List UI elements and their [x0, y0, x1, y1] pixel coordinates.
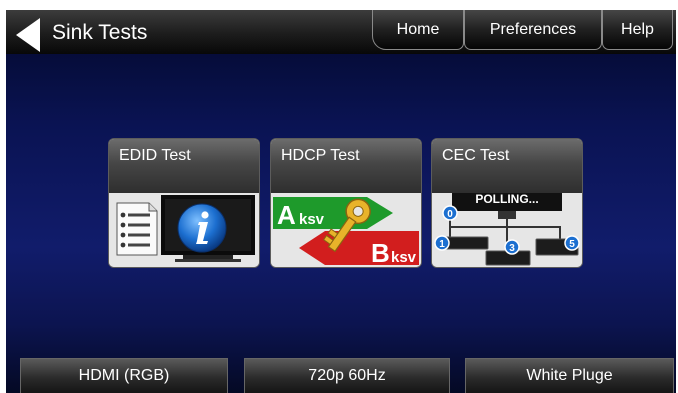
- pattern-button[interactable]: White Pluge: [465, 358, 674, 393]
- format-button[interactable]: 720p 60Hz: [244, 358, 450, 393]
- hdcp-test-tile[interactable]: HDCP Test A ksv B ksv: [270, 138, 422, 268]
- tile-label: CEC Test: [432, 139, 582, 193]
- hdcp-b-subscript: ksv: [391, 249, 417, 266]
- hdcp-b-letter: B: [371, 238, 390, 267]
- cec-test-tile[interactable]: CEC Test POLLING... 0 1 3 5: [431, 138, 583, 268]
- tile-label: HDCP Test: [271, 139, 421, 193]
- edid-info-icon: [109, 193, 259, 267]
- back-arrow-icon: [16, 18, 40, 52]
- cec-polling-text: POLLING...: [475, 193, 538, 206]
- hdcp-a-letter: A: [277, 200, 296, 230]
- edid-test-tile[interactable]: EDID Test: [108, 138, 260, 268]
- back-button[interactable]: Sink Tests: [10, 10, 160, 54]
- home-button[interactable]: Home: [372, 10, 464, 50]
- cec-polling-icon: POLLING... 0 1 3 5: [432, 187, 582, 267]
- preferences-button[interactable]: Preferences: [464, 10, 602, 50]
- cec-node-label: 0: [447, 209, 453, 220]
- title-bar: Sink Tests Home Preferences Help: [6, 10, 676, 54]
- app-screen: Sink Tests Home Preferences Help EDID Te…: [6, 10, 676, 393]
- tile-label: EDID Test: [109, 139, 259, 193]
- page-title: Sink Tests: [52, 21, 148, 44]
- cec-node-label: 1: [439, 239, 445, 250]
- cec-node-label: 5: [569, 239, 575, 250]
- help-button[interactable]: Help: [602, 10, 673, 50]
- hdcp-key-icon: A ksv B ksv: [271, 193, 421, 267]
- interface-button[interactable]: HDMI (RGB): [20, 358, 228, 393]
- hdcp-a-subscript: ksv: [299, 211, 325, 228]
- cec-node-label: 3: [509, 243, 515, 254]
- status-bar: HDMI (RGB) 720p 60Hz White Pluge: [6, 356, 676, 393]
